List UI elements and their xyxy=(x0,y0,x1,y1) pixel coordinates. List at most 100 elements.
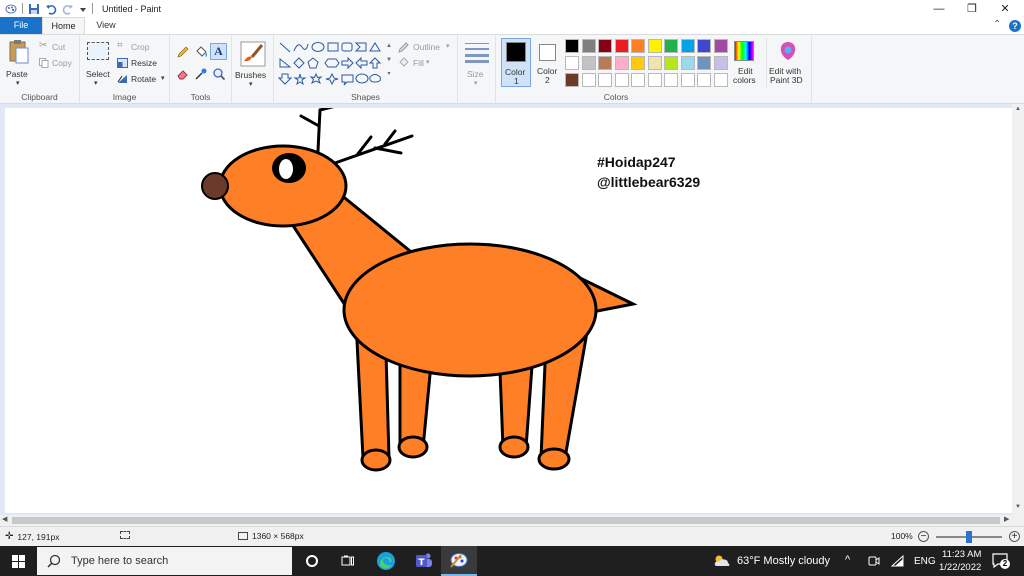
redo-icon[interactable] xyxy=(62,3,74,15)
horizontal-scrollbar[interactable]: ◀ ▶ xyxy=(0,515,1024,526)
rotate-button[interactable]: Rotate ▾ xyxy=(117,73,169,85)
tab-file[interactable]: File xyxy=(0,17,42,34)
shapes-gallery[interactable] xyxy=(277,41,388,87)
help-button[interactable]: ? xyxy=(1009,20,1021,32)
text-tool-icon[interactable]: A xyxy=(210,43,227,60)
eraser-icon[interactable] xyxy=(176,67,190,81)
start-button[interactable] xyxy=(0,546,36,576)
palette-swatch[interactable] xyxy=(647,39,662,53)
palette-swatch[interactable] xyxy=(647,73,662,87)
zoom-out-button[interactable]: − xyxy=(918,531,929,542)
undo-icon[interactable] xyxy=(45,3,57,15)
palette-swatch[interactable] xyxy=(713,56,728,70)
tab-view[interactable]: View xyxy=(85,17,127,34)
palette-swatch[interactable] xyxy=(631,73,645,87)
palette-swatch[interactable] xyxy=(713,73,728,87)
scroll-up-arrow-icon[interactable]: ▲ xyxy=(1012,106,1024,112)
pencil-icon[interactable] xyxy=(176,45,190,59)
task-view-button[interactable] xyxy=(330,546,366,576)
notifications-button[interactable]: 2 xyxy=(992,552,1010,569)
cut-button[interactable]: ✂ Cut xyxy=(39,40,77,53)
zoom-slider-thumb[interactable] xyxy=(966,531,972,543)
palette-swatch[interactable] xyxy=(631,39,645,53)
palette-swatch[interactable] xyxy=(631,56,645,70)
brushes-dropdown-chevron-icon[interactable]: ▾ xyxy=(249,80,253,88)
palette-swatch[interactable] xyxy=(664,73,678,87)
resize-button[interactable]: Resize xyxy=(117,57,167,69)
color1-button[interactable]: Color 1 xyxy=(501,38,531,87)
customize-quick-access-icon[interactable] xyxy=(79,3,87,15)
edit-colors-button[interactable]: Edit colors xyxy=(730,38,760,87)
palette-swatch[interactable] xyxy=(598,56,612,70)
taskbar-edge[interactable] xyxy=(368,546,404,576)
palette-swatch[interactable] xyxy=(614,73,629,87)
color-picker-icon[interactable] xyxy=(194,67,208,81)
palette-swatch[interactable] xyxy=(581,73,596,87)
palette-swatch[interactable] xyxy=(713,39,728,53)
select-button[interactable]: Select ▾ xyxy=(84,39,112,87)
crop-button[interactable]: ⌗ Crop xyxy=(117,40,167,53)
zoom-slider[interactable] xyxy=(936,531,1002,543)
outline-button[interactable]: Outline ▾ xyxy=(398,41,454,54)
taskbar-teams[interactable]: T xyxy=(405,546,441,576)
palette-swatch[interactable] xyxy=(614,39,629,53)
palette-swatch[interactable] xyxy=(581,39,596,53)
save-icon[interactable] xyxy=(28,3,40,15)
wifi-icon[interactable] xyxy=(891,555,904,567)
color2-button[interactable]: Color 2 xyxy=(534,38,562,87)
fill-dropdown-chevron-icon[interactable]: ▾ xyxy=(426,58,430,66)
palette-swatch[interactable] xyxy=(581,56,596,70)
palette-swatch[interactable] xyxy=(664,56,678,70)
palette-swatch[interactable] xyxy=(680,39,695,53)
shapes-gallery-scroll[interactable]: ▲ ▼ ▾ xyxy=(385,39,393,87)
minimize-button[interactable]: — xyxy=(922,0,956,17)
shapes-gallery-icons[interactable] xyxy=(277,41,388,87)
brushes-button[interactable]: Brushes ▾ xyxy=(234,39,272,89)
size-button[interactable]: Size ▾ xyxy=(462,39,492,87)
palette-swatch[interactable] xyxy=(614,56,629,70)
palette-swatch[interactable] xyxy=(565,73,579,87)
size-dropdown-chevron-icon[interactable]: ▾ xyxy=(474,79,478,87)
language-indicator[interactable]: ENG xyxy=(914,556,936,567)
palette-swatch[interactable] xyxy=(680,73,695,87)
palette-swatch[interactable] xyxy=(697,73,711,87)
rotate-dropdown-chevron-icon[interactable]: ▾ xyxy=(161,74,165,82)
palette-swatch[interactable] xyxy=(680,56,695,70)
scroll-left-arrow-icon[interactable]: ◀ xyxy=(2,515,7,523)
select-dropdown-chevron-icon[interactable]: ▾ xyxy=(94,79,98,87)
palette-swatch[interactable] xyxy=(697,39,711,53)
palette-swatch[interactable] xyxy=(598,39,612,53)
magnifier-icon[interactable] xyxy=(212,67,226,81)
weather-text[interactable]: 63°F Mostly cloudy xyxy=(737,555,830,567)
copy-button[interactable]: Copy xyxy=(39,57,77,69)
palette-swatch[interactable] xyxy=(565,56,579,70)
meet-now-icon[interactable] xyxy=(868,555,880,567)
scroll-right-arrow-icon[interactable]: ▶ xyxy=(1004,515,1009,523)
scroll-down-arrow-icon[interactable]: ▼ xyxy=(1012,504,1024,510)
palette-swatch[interactable] xyxy=(598,73,612,87)
taskbar-paint[interactable] xyxy=(441,546,477,576)
horizontal-scroll-thumb[interactable] xyxy=(12,517,1000,524)
vertical-scrollbar[interactable]: ▲ ▼ xyxy=(1012,104,1024,515)
close-button[interactable]: ✕ xyxy=(988,0,1022,17)
taskbar-search-box[interactable]: Type here to search xyxy=(37,547,292,575)
outline-dropdown-chevron-icon[interactable]: ▾ xyxy=(446,42,450,50)
restore-button[interactable]: ❐ xyxy=(955,0,989,17)
palette-swatch[interactable] xyxy=(647,56,662,70)
fill-button[interactable]: Fill ▾ xyxy=(398,57,454,70)
palette-swatch[interactable] xyxy=(565,39,579,53)
zoom-in-button[interactable]: + xyxy=(1009,531,1020,542)
show-hidden-icons-chevron-icon[interactable]: ^ xyxy=(845,554,850,566)
fill-bucket-icon[interactable] xyxy=(194,45,208,59)
edit-with-paint3d-button[interactable]: Edit with Paint 3D xyxy=(766,38,808,87)
tab-home[interactable]: Home xyxy=(42,17,85,34)
paste-button[interactable]: Paste ▾ xyxy=(4,39,34,87)
palette-swatch[interactable] xyxy=(664,39,678,53)
clock-date[interactable]: 1/22/2022 xyxy=(939,562,981,573)
paste-dropdown-chevron-icon[interactable]: ▾ xyxy=(16,79,20,87)
palette-swatch[interactable] xyxy=(697,56,711,70)
clock-time[interactable]: 11:23 AM xyxy=(942,549,981,560)
drawing-canvas[interactable]: #Hoidap247 @littlebear6329 xyxy=(5,108,1014,513)
collapse-ribbon-button[interactable]: ⌃ xyxy=(993,19,1001,30)
cortana-button[interactable] xyxy=(294,546,330,576)
